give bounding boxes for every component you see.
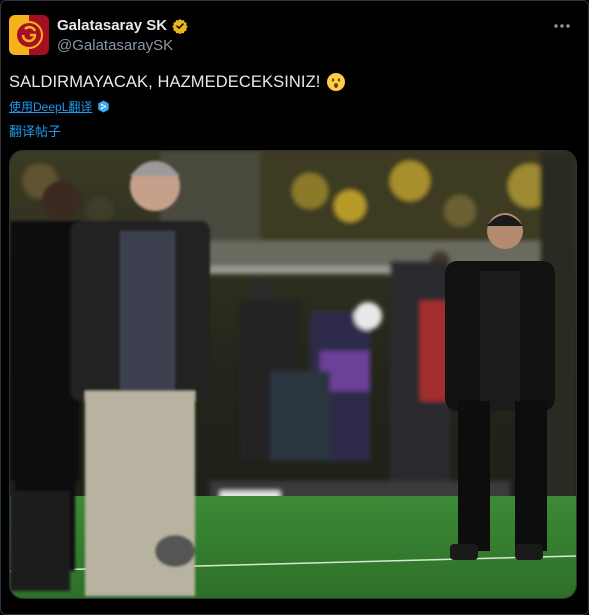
tweet-text: SALDIRMAYACAK, HAZMEDECEKSINIZ! bbox=[9, 72, 346, 92]
display-name[interactable]: Galatasaray SK bbox=[57, 17, 167, 34]
more-options-icon[interactable] bbox=[552, 16, 572, 36]
stadium-photo-image bbox=[10, 151, 576, 598]
deepl-icon bbox=[98, 100, 110, 113]
author-name-row[interactable]: Galatasaray SK bbox=[57, 17, 188, 34]
hushed-face-icon bbox=[327, 73, 346, 91]
tweet-body: SALDIRMAYACAK, HAZMEDECEKSINIZ! bbox=[9, 72, 321, 91]
deepl-translate-link[interactable]: 使用DeepL翻译 bbox=[9, 98, 110, 115]
avatar[interactable] bbox=[9, 15, 49, 55]
translate-post-link[interactable]: 翻译帖子 bbox=[9, 121, 61, 140]
tweet-photo[interactable] bbox=[9, 150, 577, 599]
deepl-label[interactable]: 使用DeepL翻译 bbox=[9, 98, 92, 115]
handle[interactable]: @GalatasaraySK bbox=[57, 37, 173, 54]
galatasaray-logo-icon bbox=[9, 15, 49, 55]
verified-badge-icon bbox=[172, 18, 188, 34]
